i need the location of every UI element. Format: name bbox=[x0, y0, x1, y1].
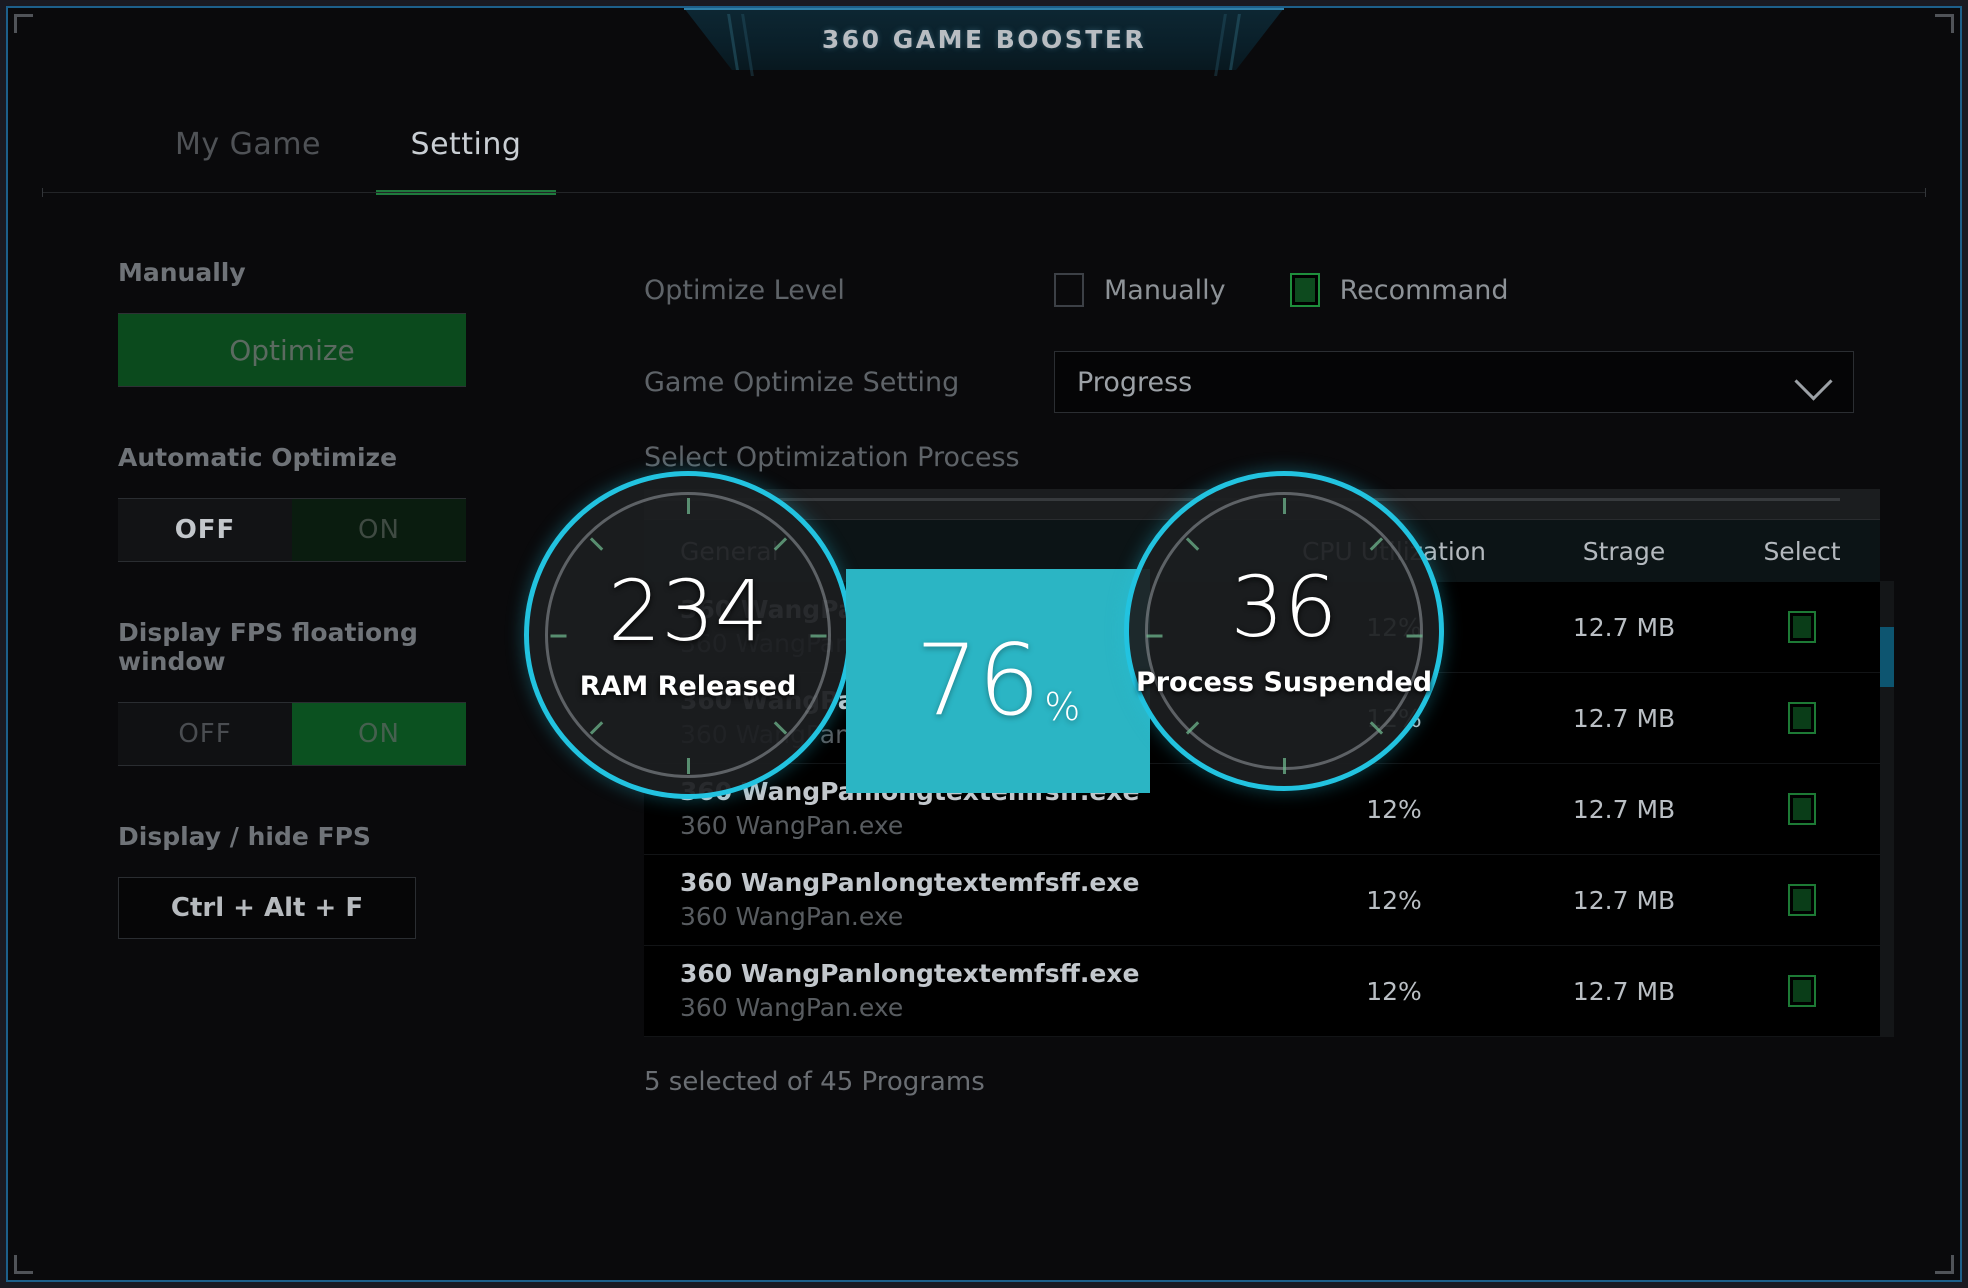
fps-window-block: Display FPS floationg window OFF ON bbox=[118, 618, 478, 766]
process-select-cell[interactable] bbox=[1724, 611, 1880, 643]
process-select-cell[interactable] bbox=[1724, 975, 1880, 1007]
optimize-level-row: Optimize Level Manually Recommand bbox=[644, 258, 1904, 322]
process-storage: 12.7 MB bbox=[1572, 794, 1676, 824]
process-primary-name: 360 WangPanlongtextemfsff.exe bbox=[680, 959, 1140, 989]
checkbox-checked-icon[interactable] bbox=[1289, 273, 1320, 307]
dropdown-selected-value: Progress bbox=[1077, 366, 1193, 398]
game-optimize-setting-label: Game Optimize Setting bbox=[644, 366, 960, 398]
process-secondary-name: 360 WangPan.exe bbox=[680, 811, 904, 840]
table-scrollbar[interactable] bbox=[1880, 581, 1894, 1037]
tab-my-game[interactable]: My Game bbox=[158, 108, 338, 180]
corner-marker-bottom-right bbox=[1935, 1255, 1954, 1274]
optimize-button[interactable]: Optimize bbox=[118, 313, 466, 387]
automatic-optimize-on-option[interactable]: ON bbox=[292, 499, 466, 561]
process-names: 360 WangPanlongtextemfsff.exe 360 WangPan… bbox=[644, 593, 1264, 661]
game-optimize-setting-dropdown[interactable]: Progress bbox=[1054, 351, 1854, 413]
process-secondary-name: 360 WangPan.exe bbox=[680, 902, 904, 931]
table-row[interactable]: 360 WangPanlongtextemfsff.exe 360 WangPan… bbox=[644, 673, 1880, 764]
process-names: 360 WangPanlongtextemfsff.exe 360 WangPan… bbox=[644, 775, 1264, 843]
table-scrollbar-thumb[interactable] bbox=[1880, 627, 1894, 687]
process-storage: 12.7 MB bbox=[1572, 703, 1676, 733]
fps-window-off-option[interactable]: OFF bbox=[118, 703, 292, 765]
automatic-optimize-off-option[interactable]: OFF bbox=[118, 499, 292, 561]
gauge-tick bbox=[550, 634, 566, 638]
table-header-row: General CPU Utilization Strage Select bbox=[644, 520, 1880, 582]
column-header-select[interactable]: Select bbox=[1724, 537, 1880, 566]
optimize-level-recommand-label: Recommand bbox=[1339, 274, 1509, 306]
tab-bar: My Game Setting bbox=[8, 108, 1960, 197]
process-cpu-utilization: 12% bbox=[1366, 612, 1422, 642]
process-cpu-utilization: 12% bbox=[1366, 976, 1422, 1006]
process-names: 360 WangPanlongtextemfsff.exe 360 WangPan… bbox=[644, 866, 1264, 934]
column-header-storage[interactable]: Strage bbox=[1524, 537, 1724, 566]
gauge-tick bbox=[589, 537, 603, 551]
automatic-optimize-label: Automatic Optimize bbox=[118, 443, 398, 472]
display-hide-fps-block: Display / hide FPS Ctrl + Alt + F bbox=[118, 822, 478, 939]
table-toolbar[interactable] bbox=[644, 489, 1880, 520]
process-primary-name: 360 WangPanlongtextemfsff.exe bbox=[680, 595, 1140, 625]
process-cpu-utilization: 12% bbox=[1366, 794, 1422, 824]
process-primary-name: 360 WangPanlongtextemfsff.exe bbox=[680, 777, 1140, 807]
process-primary-name: 360 WangPanlongtextemfsff.exe bbox=[680, 868, 1140, 898]
table-row[interactable]: 360 WangPanlongtextemfsff.exe 360 WangPan… bbox=[644, 855, 1880, 946]
process-cpu-utilization: 12% bbox=[1366, 885, 1422, 915]
select-optimization-process-label: Select Optimization Process bbox=[644, 442, 1020, 473]
corner-marker-top-left bbox=[14, 14, 33, 33]
optimize-level-manually-option[interactable]: Manually bbox=[1054, 273, 1226, 307]
checkbox-checked-icon[interactable] bbox=[1788, 793, 1816, 825]
corner-marker-top-right bbox=[1935, 14, 1954, 33]
automatic-optimize-toggle[interactable]: OFF ON bbox=[118, 498, 466, 562]
hotkey-field[interactable]: Ctrl + Alt + F bbox=[118, 877, 416, 939]
process-storage: 12.7 MB bbox=[1572, 885, 1676, 915]
process-select-cell[interactable] bbox=[1724, 793, 1880, 825]
checkbox-checked-icon[interactable] bbox=[1788, 975, 1816, 1007]
fps-window-on-option[interactable]: ON bbox=[292, 703, 466, 765]
process-cpu-utilization: 12% bbox=[1366, 703, 1422, 733]
display-hide-fps-label: Display / hide FPS bbox=[118, 822, 371, 851]
column-header-general[interactable]: General bbox=[644, 537, 1264, 566]
fps-window-toggle[interactable]: OFF ON bbox=[118, 702, 466, 766]
application-window: 360 GAME BOOSTER My Game Setting Manuall… bbox=[6, 6, 1962, 1282]
optimize-level-recommand-option[interactable]: Recommand bbox=[1289, 273, 1509, 307]
process-select-cell[interactable] bbox=[1724, 884, 1880, 916]
optimize-level-manually-label: Manually bbox=[1104, 274, 1226, 306]
table-row[interactable]: 360 WangPanlongtextemfsff.exe 360 WangPan… bbox=[644, 582, 1880, 673]
corner-marker-bottom-left bbox=[14, 1255, 33, 1274]
tab-bar-divider bbox=[42, 188, 1926, 197]
checkbox-checked-icon[interactable] bbox=[1788, 702, 1816, 734]
game-optimize-setting-row: Game Optimize Setting Progress bbox=[644, 350, 1904, 414]
table-body: 360 WangPanlongtextemfsff.exe 360 WangPan… bbox=[644, 582, 1880, 1037]
table-row[interactable]: 360 WangPanlongtextemfsff.exe 360 WangPan… bbox=[644, 764, 1880, 855]
fps-window-label: Display FPS floationg window bbox=[118, 618, 418, 676]
title-bar[interactable]: 360 GAME BOOSTER bbox=[684, 8, 1284, 76]
table-row[interactable]: 360 WangPanlongtextemfsff.exe 360 WangPan… bbox=[644, 946, 1880, 1037]
process-secondary-name: 360 WangPan.exe bbox=[680, 720, 904, 749]
process-storage: 12.7 MB bbox=[1572, 612, 1676, 642]
process-secondary-name: 360 WangPan.exe bbox=[680, 993, 904, 1022]
manually-label: Manually bbox=[118, 258, 246, 287]
column-header-cpu-utilization[interactable]: CPU Utilization bbox=[1264, 537, 1524, 566]
checkbox-unchecked-icon[interactable] bbox=[1054, 273, 1084, 307]
automatic-optimize-block: Automatic Optimize OFF ON bbox=[118, 443, 478, 562]
process-table: General CPU Utilization Strage Select 36… bbox=[644, 489, 1894, 1037]
tab-setting[interactable]: Setting bbox=[376, 108, 556, 180]
process-names: 360 WangPanlongtextemfsff.exe 360 WangPan… bbox=[644, 957, 1264, 1025]
process-select-cell[interactable] bbox=[1724, 702, 1880, 734]
chevron-down-icon[interactable] bbox=[1794, 362, 1833, 401]
app-title: 360 GAME BOOSTER bbox=[821, 24, 1147, 54]
selected-count-status: 5 selected of 45 Programs bbox=[644, 1067, 985, 1097]
manual-optimize-block: Manually Optimize bbox=[118, 258, 478, 387]
process-storage: 12.7 MB bbox=[1572, 976, 1676, 1006]
process-secondary-name: 360 WangPan.exe bbox=[680, 629, 904, 658]
optimize-level-label: Optimize Level bbox=[644, 274, 845, 306]
gauge-tick bbox=[589, 721, 603, 735]
checkbox-checked-icon[interactable] bbox=[1788, 611, 1816, 643]
process-names: 360 WangPanlongtextemfsff.exe 360 WangPan… bbox=[644, 684, 1264, 752]
process-primary-name: 360 WangPanlongtextemfsff.exe bbox=[680, 686, 1140, 716]
checkbox-checked-icon[interactable] bbox=[1788, 884, 1816, 916]
settings-right-column: Optimize Level Manually Recommand Game O… bbox=[644, 258, 1904, 1097]
settings-left-column: Manually Optimize Automatic Optimize OFF… bbox=[118, 258, 478, 995]
